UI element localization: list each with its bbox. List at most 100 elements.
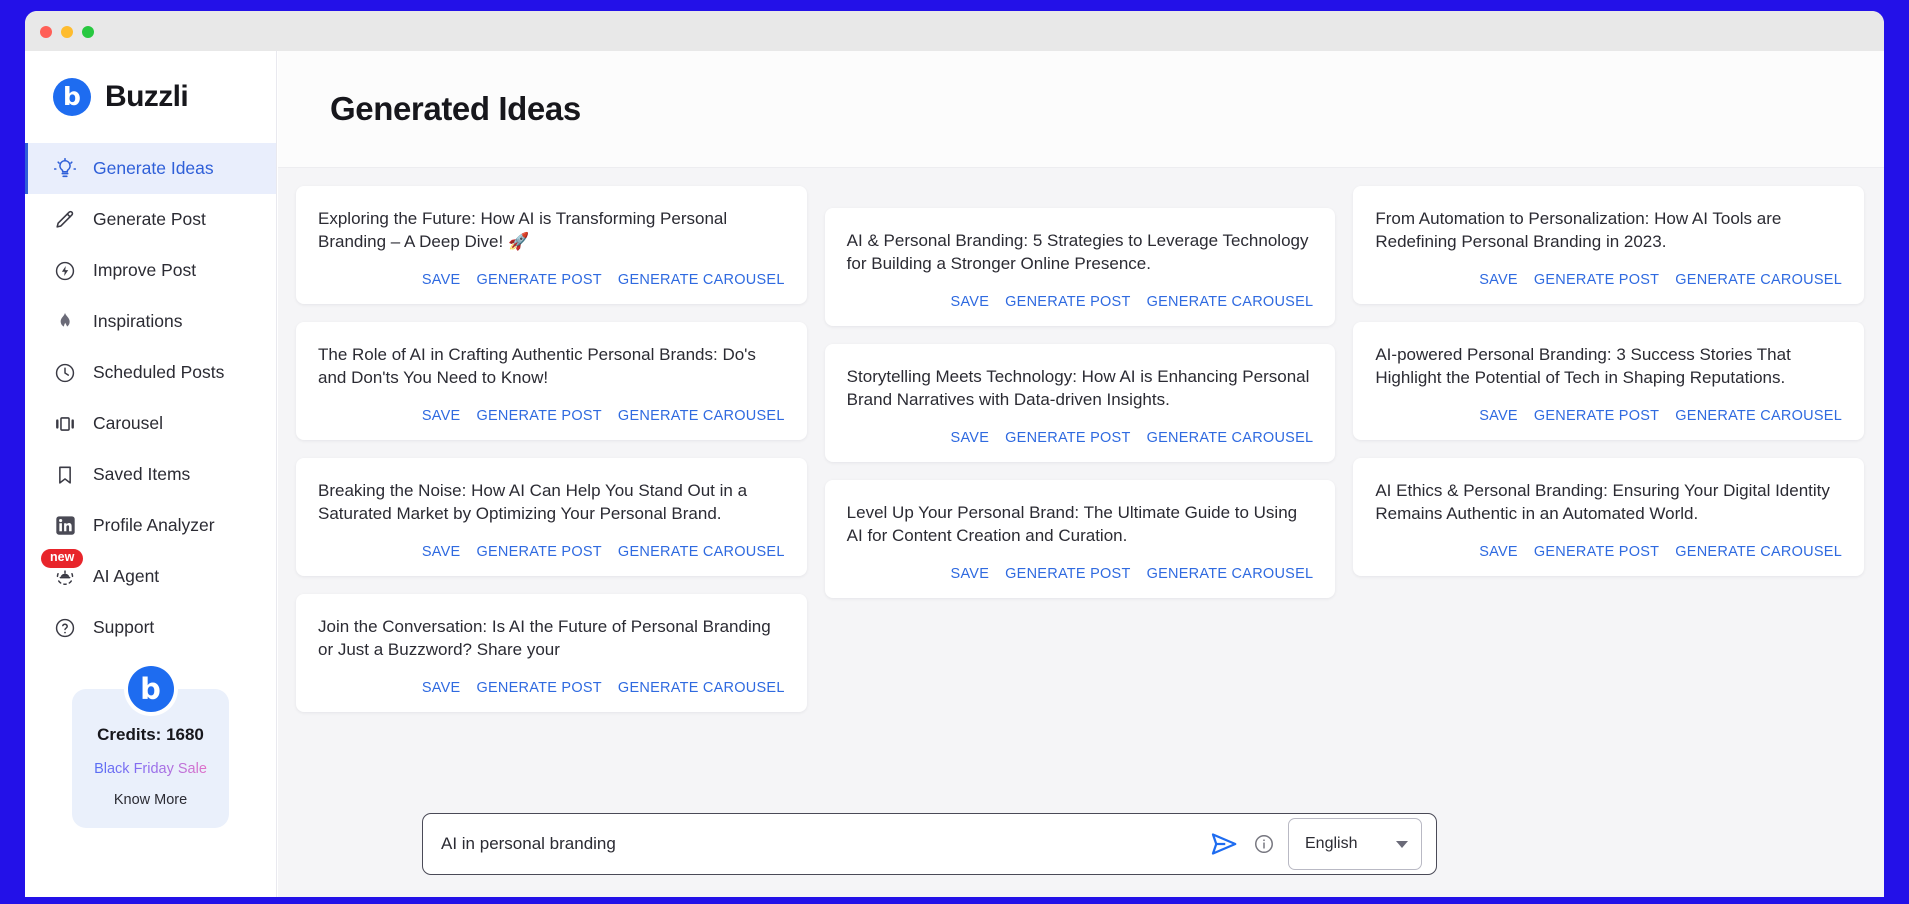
generate-post-button[interactable]: GENERATE POST [1005,430,1130,446]
save-button[interactable]: SAVE [951,430,990,446]
maximize-window-button[interactable] [82,26,94,38]
generate-carousel-button[interactable]: GENERATE CAROUSEL [1675,272,1842,288]
idea-text: AI & Personal Branding: 5 Strategies to … [846,231,1309,273]
idea-card[interactable]: The Role of AI in Crafting Authentic Per… [296,321,807,440]
generate-post-button[interactable]: GENERATE POST [1534,408,1659,424]
carousel-icon [53,412,77,436]
idea-text: Join the Conversation: Is AI the Future … [318,616,771,659]
sidebar-item-ai-agent[interactable]: new AI Agent [25,549,276,602]
prompt-input[interactable] [441,834,1196,854]
idea-card[interactable]: AI & Personal Branding: 5 Strategies to … [824,208,1336,326]
lightbulb-icon [53,157,77,181]
idea-card[interactable]: AI Ethics & Personal Branding: Ensuring … [1353,457,1865,576]
generate-carousel-button[interactable]: GENERATE CAROUSEL [1147,294,1314,310]
flame-icon [53,310,77,334]
main-content: Generated Ideas Exploring the Future: Ho… [278,51,1884,897]
close-window-button[interactable] [40,26,52,38]
sidebar-item-carousel[interactable]: Carousel [25,398,276,449]
vertical-scrollbar[interactable] [1875,209,1882,897]
send-icon[interactable] [1208,828,1240,860]
ideas-scroll-area[interactable]: Exploring the Future: How AI is Transfor… [278,168,1884,897]
generate-post-button[interactable]: GENERATE POST [1534,272,1659,288]
sidebar-item-scheduled-posts[interactable]: Scheduled Posts [25,347,276,398]
idea-actions: SAVE GENERATE POST GENERATE CAROUSEL [1375,272,1842,288]
sidebar-item-saved-items[interactable]: Saved Items [25,449,276,500]
idea-actions: SAVE GENERATE POST GENERATE CAROUSEL [318,544,785,560]
clock-icon [53,361,77,385]
idea-card[interactable]: AI-powered Personal Branding: 3 Success … [1353,321,1865,440]
generate-post-button[interactable]: GENERATE POST [1534,544,1659,560]
ideas-column: AI & Personal Branding: 5 Strategies to … [824,208,1336,598]
generate-post-button[interactable]: GENERATE POST [1005,566,1130,582]
black-friday-sale-link[interactable]: Black Friday Sale [82,761,219,777]
idea-card[interactable]: From Automation to Personalization: How … [1353,186,1865,304]
save-button[interactable]: SAVE [951,566,990,582]
idea-actions: SAVE GENERATE POST GENERATE CAROUSEL [847,566,1314,582]
generate-post-button[interactable]: GENERATE POST [1005,294,1130,310]
save-button[interactable]: SAVE [422,408,461,424]
sidebar-item-label: AI Agent [93,566,160,586]
buzzli-logo-icon: b [127,666,174,712]
idea-card[interactable]: Storytelling Meets Technology: How AI is… [824,343,1336,462]
sidebar-item-profile-analyzer[interactable]: Profile Analyzer [25,500,276,551]
sidebar-item-generate-ideas[interactable]: Generate Ideas [25,143,276,194]
idea-actions: SAVE GENERATE POST GENERATE CAROUSEL [318,272,785,288]
minimize-window-button[interactable] [61,26,73,38]
idea-text: From Automation to Personalization: How … [1375,209,1782,251]
generate-carousel-button[interactable]: GENERATE CAROUSEL [1147,430,1314,446]
credits-card-wrapper: b Credits: 1680 Black Friday Sale Know M… [72,666,229,828]
generate-post-button[interactable]: GENERATE POST [476,680,601,696]
brand-name: Buzzli [105,80,189,113]
window-titlebar [25,11,1884,51]
pencil-icon [53,208,77,232]
generate-carousel-button[interactable]: GENERATE CAROUSEL [618,680,785,696]
idea-card[interactable]: Exploring the Future: How AI is Transfor… [296,186,807,304]
generate-carousel-button[interactable]: GENERATE CAROUSEL [618,272,785,288]
sidebar-item-label: Support [93,617,155,637]
main-header: Generated Ideas [278,51,1884,168]
idea-text: AI-powered Personal Branding: 3 Success … [1375,344,1791,387]
brand-logo-block[interactable]: b Buzzli [25,51,276,143]
save-button[interactable]: SAVE [422,544,461,560]
generate-post-button[interactable]: GENERATE POST [476,544,601,560]
language-select[interactable]: English [1288,818,1422,870]
idea-card[interactable]: Level Up Your Personal Brand: The Ultima… [824,479,1336,598]
ideas-grid: Exploring the Future: How AI is Transfor… [296,186,1865,712]
idea-actions: SAVE GENERATE POST GENERATE CAROUSEL [1375,408,1842,424]
idea-actions: SAVE GENERATE POST GENERATE CAROUSEL [1375,544,1842,560]
sidebar-item-label: Improve Post [93,260,197,280]
save-button[interactable]: SAVE [422,680,461,696]
idea-card[interactable]: Breaking the Noise: How AI Can Help You … [296,457,807,576]
idea-actions: SAVE GENERATE POST GENERATE CAROUSEL [847,430,1314,446]
generate-post-button[interactable]: GENERATE POST [476,408,601,424]
generate-carousel-button[interactable]: GENERATE CAROUSEL [618,408,785,424]
prompt-bar: English [422,813,1437,875]
sidebar-item-label: Generate Ideas [93,158,214,178]
generate-carousel-button[interactable]: GENERATE CAROUSEL [1675,544,1842,560]
save-button[interactable]: SAVE [1479,272,1518,288]
credits-amount: Credits: 1680 [97,725,204,744]
page-title: Generated Ideas [330,90,581,127]
generate-post-button[interactable]: GENERATE POST [476,272,601,288]
sidebar-item-generate-post[interactable]: Generate Post [25,194,276,245]
save-button[interactable]: SAVE [1479,408,1518,424]
sidebar-item-support[interactable]: Support [25,602,276,653]
generate-carousel-button[interactable]: GENERATE CAROUSEL [1147,566,1314,582]
save-button[interactable]: SAVE [1479,544,1518,560]
sidebar-item-improve-post[interactable]: Improve Post [25,245,276,296]
linkedin-icon [53,514,77,538]
save-button[interactable]: SAVE [422,272,461,288]
know-more-button[interactable]: Know More [82,792,219,808]
chevron-down-icon [1396,840,1408,848]
sidebar-item-label: Profile Analyzer [93,515,215,535]
generate-carousel-button[interactable]: GENERATE CAROUSEL [1675,408,1842,424]
sidebar: b Buzzli Generate Ideas Generate Post Im… [25,51,277,897]
sidebar-item-label: Scheduled Posts [93,362,225,382]
app-frame: b Buzzli Generate Ideas Generate Post Im… [0,0,1909,904]
idea-actions: SAVE GENERATE POST GENERATE CAROUSEL [318,408,785,424]
generate-carousel-button[interactable]: GENERATE CAROUSEL [618,544,785,560]
info-circle-icon[interactable] [1252,832,1276,856]
save-button[interactable]: SAVE [951,294,990,310]
idea-card[interactable]: Join the Conversation: Is AI the Future … [296,593,807,712]
sidebar-item-inspirations[interactable]: Inspirations [25,296,276,347]
